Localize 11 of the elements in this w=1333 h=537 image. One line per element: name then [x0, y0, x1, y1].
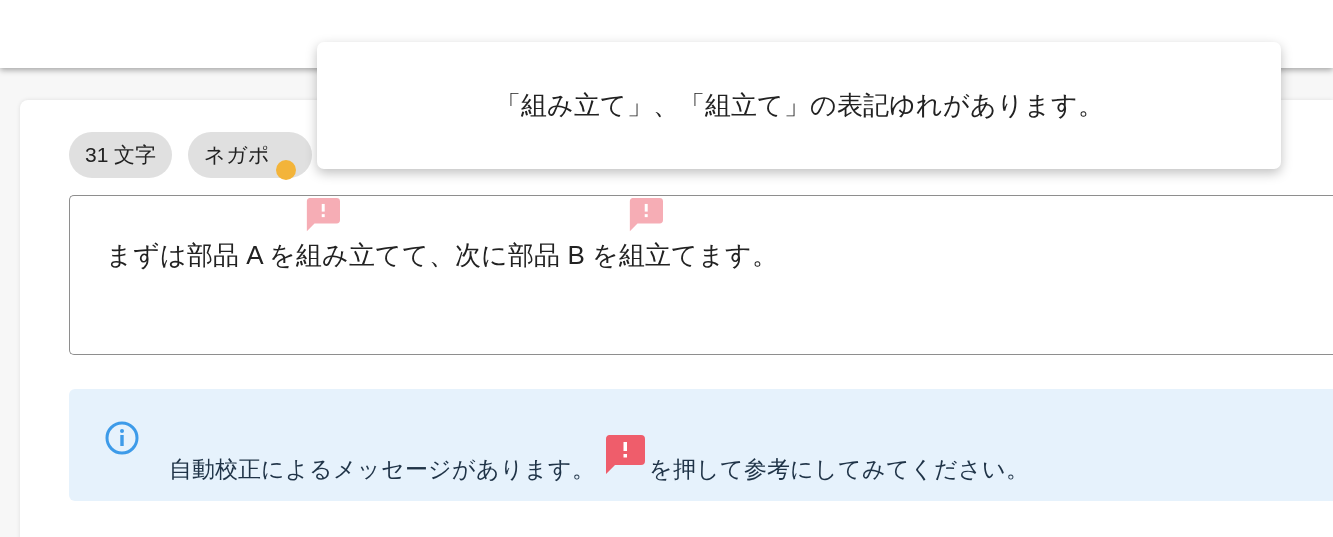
- text-input-field[interactable]: まずは部品 A を組み立てて、次に部品 B を組立てます。: [69, 195, 1333, 355]
- info-text: 自動校正によるメッセージがあります。: [169, 455, 595, 484]
- info-icon: [105, 421, 139, 455]
- alert-bubble-icon[interactable]: [306, 198, 341, 232]
- info-text: を押して参考にしてみてください。: [649, 455, 1029, 484]
- character-count-chip: 31 文字: [69, 132, 173, 178]
- tooltip-text: 「組み立て」、「組立て」の表記ゆれがあります。: [494, 89, 1104, 122]
- emoji-icon: [276, 160, 297, 180]
- alert-bubble-icon[interactable]: [605, 435, 645, 475]
- alert-bubble-icon[interactable]: [629, 198, 664, 232]
- sentiment-chip: ネガポ: [188, 132, 313, 178]
